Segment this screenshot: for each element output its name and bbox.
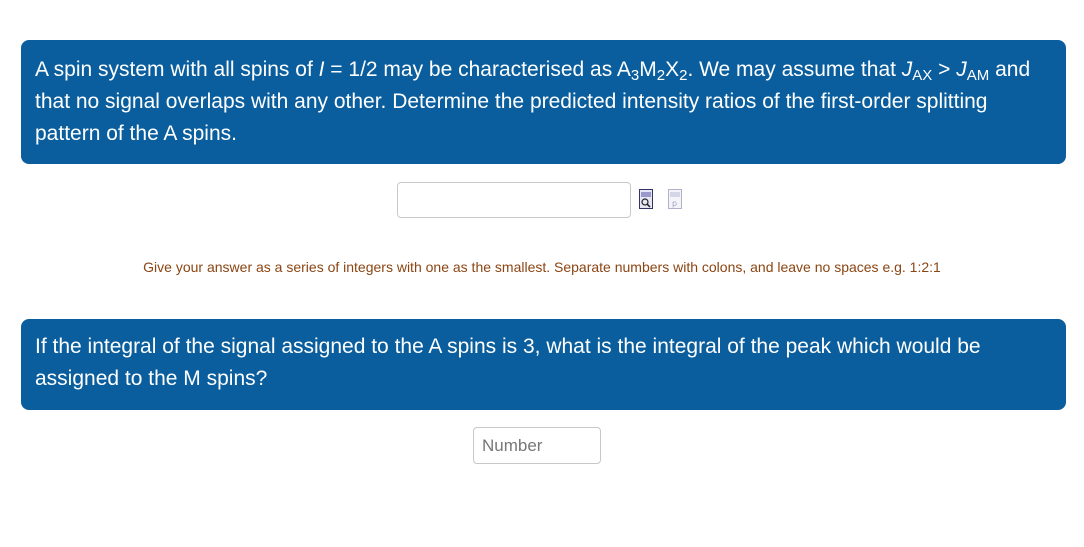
answer-2-number-input[interactable]	[473, 427, 601, 464]
question-2-box: If the integral of the signal assigned t…	[21, 319, 1066, 410]
help-icon[interactable]: p	[668, 189, 682, 209]
answer-hint: Give your answer as a series of integers…	[143, 259, 941, 275]
preview-icon[interactable]	[639, 189, 653, 209]
svg-text:p: p	[672, 199, 677, 208]
answer-1-input[interactable]	[397, 182, 631, 218]
question-1-text: A spin system with all spins of I = 1/2 …	[35, 58, 1031, 145]
question-1-box: A spin system with all spins of I = 1/2 …	[21, 40, 1066, 164]
question-2-text: If the integral of the signal assigned t…	[35, 335, 981, 390]
